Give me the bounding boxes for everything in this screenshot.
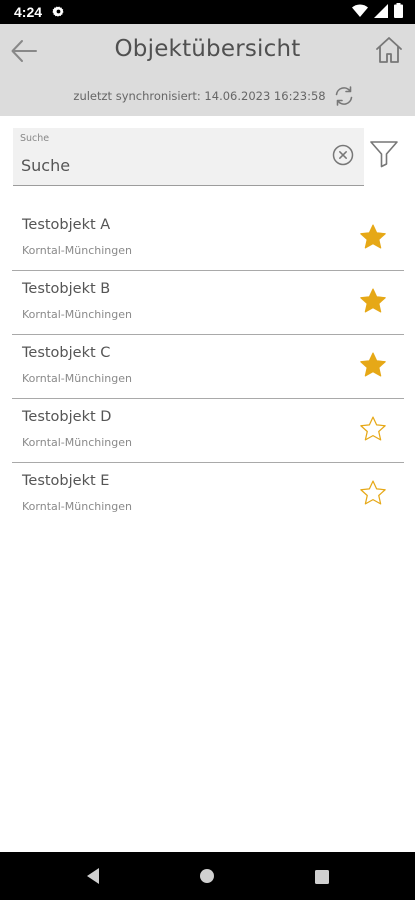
clear-icon [331,144,355,171]
search-input[interactable] [21,152,321,178]
item-subtitle: Korntal-Münchingen [22,500,132,513]
star-filled-icon [358,288,388,320]
favorite-toggle[interactable] [358,350,388,380]
nav-back-icon[interactable] [84,867,102,885]
status-left: 4:24 [14,3,65,22]
filter-button[interactable] [369,139,399,169]
nav-home-icon[interactable] [199,868,215,884]
cellular-signal-icon [374,3,388,22]
clear-search-button[interactable] [331,143,355,167]
sync-button[interactable] [332,84,356,108]
star-outline-icon [358,416,388,448]
nav-recents-icon[interactable] [315,869,329,884]
status-right [352,2,403,22]
wifi-icon [352,3,368,22]
favorite-toggle[interactable] [358,478,388,508]
sync-row: zuletzt synchronisiert: 14.06.2023 16:23… [0,84,415,108]
list-item[interactable]: Testobjekt D Korntal-Münchingen [12,400,404,463]
page-title: Objektübersicht [114,36,301,62]
app-header: Objektübersicht zuletzt synchronisiert: … [0,24,415,116]
home-icon [374,37,404,69]
list-item[interactable]: Testobjekt C Korntal-Münchingen [12,336,404,399]
item-subtitle: Korntal-Münchingen [22,436,132,449]
gear-icon [52,3,65,22]
search-label: Suche [20,133,50,144]
item-subtitle: Korntal-Münchingen [22,308,132,321]
status-time: 4:24 [14,4,43,20]
star-filled-icon [358,224,388,256]
battery-icon [394,2,403,22]
list-item[interactable]: Testobjekt E Korntal-Münchingen [12,464,404,526]
search-field[interactable]: Suche [13,128,364,186]
favorite-toggle[interactable] [358,222,388,252]
item-title: Testobjekt A [22,217,111,233]
item-title: Testobjekt D [22,409,112,425]
filter-icon [369,141,399,173]
list-item[interactable]: Testobjekt A Korntal-Münchingen [12,208,404,271]
favorite-toggle[interactable] [358,414,388,444]
item-subtitle: Korntal-Münchingen [22,372,132,385]
favorite-toggle[interactable] [358,286,388,316]
system-nav-bar [0,852,415,900]
star-outline-icon [358,480,388,512]
last-sync-text: zuletzt synchronisiert: 14.06.2023 16:23… [73,89,326,103]
item-title: Testobjekt C [22,345,111,361]
item-title: Testobjekt B [22,281,111,297]
list-item[interactable]: Testobjekt B Korntal-Münchingen [12,272,404,335]
object-list: Testobjekt A Korntal-Münchingen Testobje… [0,208,415,527]
status-bar: 4:24 [0,0,415,24]
item-subtitle: Korntal-Münchingen [22,244,132,257]
item-title: Testobjekt E [22,473,110,489]
star-filled-icon [358,352,388,384]
sync-icon [332,86,356,112]
home-button[interactable] [374,35,404,65]
